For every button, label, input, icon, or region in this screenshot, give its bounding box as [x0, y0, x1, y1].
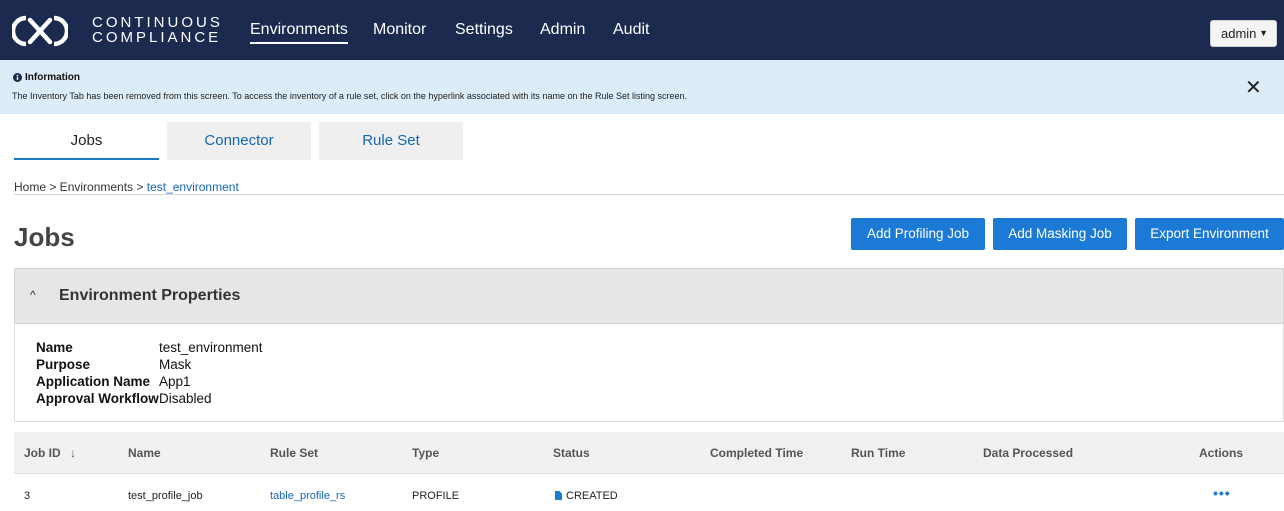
- column-header-completed-time[interactable]: Completed Time: [710, 446, 803, 460]
- prop-value-application-name: App1: [159, 374, 191, 389]
- column-header-data-processed[interactable]: Data Processed: [983, 446, 1073, 460]
- nav-audit[interactable]: Audit: [613, 20, 649, 40]
- panel-title: Environment Properties: [59, 287, 241, 304]
- user-name: admin: [1221, 26, 1257, 41]
- column-header-type[interactable]: Type: [412, 446, 439, 460]
- nav-settings[interactable]: Settings: [455, 20, 513, 40]
- tab-rule-set[interactable]: Rule Set: [319, 122, 463, 160]
- cell-status: CREATED: [555, 490, 618, 502]
- banner-message: The Inventory Tab has been removed from …: [12, 91, 688, 101]
- column-header-label: Job ID: [24, 446, 61, 460]
- tab-jobs[interactable]: Jobs: [14, 122, 159, 160]
- brand-line-2: COMPLIANCE: [92, 29, 222, 46]
- delphix-logo: [12, 15, 68, 47]
- cell-job-id: 3: [24, 490, 31, 502]
- prop-label-purpose: Purpose: [36, 357, 91, 372]
- table-header: [14, 432, 1284, 474]
- prop-label-name: Name: [36, 340, 73, 355]
- cell-rule-set-link[interactable]: table_profile_rs: [270, 490, 345, 502]
- cell-name: test_profile_job: [128, 490, 203, 502]
- user-menu-dropdown[interactable]: admin ▼: [1210, 20, 1277, 47]
- banner-title: Information: [25, 72, 80, 83]
- add-profiling-job-button[interactable]: Add Profiling Job: [851, 218, 985, 250]
- divider: [14, 194, 1284, 195]
- prop-label-application-name: Application Name: [36, 374, 151, 389]
- column-header-rule-set[interactable]: Rule Set: [270, 446, 318, 460]
- brand-line-1: CONTINUOUS: [92, 14, 223, 31]
- top-nav-bar: CONTINUOUS COMPLIANCE Environments Monit…: [0, 0, 1284, 60]
- brand-name: CONTINUOUS COMPLIANCE: [92, 15, 223, 45]
- breadcrumb-path[interactable]: Home > Environments >: [14, 180, 147, 194]
- info-banner: [0, 60, 1284, 114]
- sort-down-icon[interactable]: ↓: [70, 446, 76, 460]
- caret-down-icon: ▼: [1259, 28, 1268, 38]
- column-header-actions: Actions: [1199, 446, 1244, 460]
- prop-value-purpose: Mask: [159, 357, 192, 372]
- column-header-run-time[interactable]: Run Time: [851, 446, 905, 460]
- prop-value-approval-workflow: Disabled: [159, 391, 212, 406]
- prop-value-name: test_environment: [159, 340, 263, 355]
- breadcrumb: Home > Environments > test_environment: [14, 180, 239, 194]
- nav-environments[interactable]: Environments: [250, 20, 348, 44]
- nav-monitor[interactable]: Monitor: [373, 20, 426, 40]
- nav-admin[interactable]: Admin: [540, 20, 585, 40]
- info-icon: [13, 73, 22, 82]
- close-icon[interactable]: ✕: [1245, 78, 1262, 98]
- add-masking-job-button[interactable]: Add Masking Job: [993, 218, 1127, 250]
- prop-label-approval-workflow: Approval Workflow: [36, 391, 159, 406]
- export-environment-button[interactable]: Export Environment: [1135, 218, 1284, 250]
- page-title: Jobs: [14, 222, 75, 252]
- environment-properties-body: [14, 324, 1284, 422]
- more-actions-icon[interactable]: •••: [1213, 485, 1231, 501]
- status-label: CREATED: [566, 490, 618, 502]
- column-header-name[interactable]: Name: [128, 446, 161, 460]
- tab-connector[interactable]: Connector: [167, 122, 311, 160]
- column-header-job-id[interactable]: Job ID ↓: [24, 446, 76, 460]
- column-header-status[interactable]: Status: [553, 446, 590, 460]
- breadcrumb-current[interactable]: test_environment: [147, 180, 239, 194]
- chevron-up-icon[interactable]: ^: [30, 288, 36, 302]
- cell-type: PROFILE: [412, 490, 460, 502]
- file-icon: [555, 491, 562, 500]
